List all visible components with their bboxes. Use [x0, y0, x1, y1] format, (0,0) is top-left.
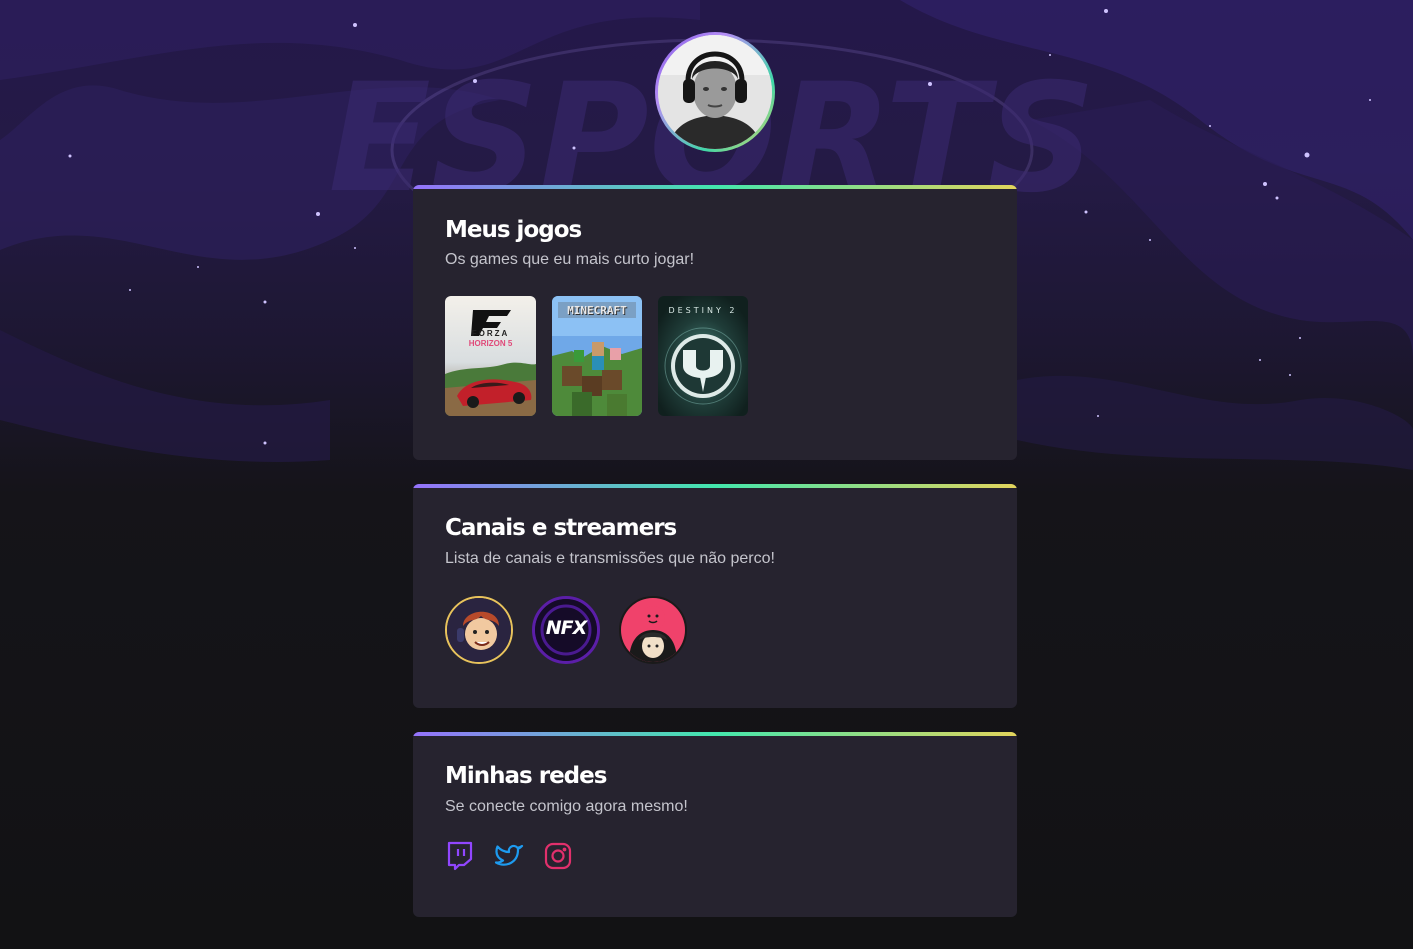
profile-avatar: [655, 32, 775, 152]
game-forza-horizon-5[interactable]: FORZA HORIZON 5: [445, 296, 536, 416]
social-title: Minhas redes: [445, 763, 607, 789]
games-title: Meus jogos: [445, 217, 582, 243]
channels-list: NFX: [445, 596, 985, 664]
channel-avatar-1[interactable]: [445, 596, 513, 664]
minecraft-logo: MINECRAFT: [567, 304, 627, 317]
games-subtitle: Os games que eu mais curto jogar!: [445, 251, 695, 268]
social-card: Minhas redes Se conecte comigo agora mes…: [413, 732, 1017, 917]
nfx-label: NFX: [545, 617, 588, 639]
channels-card: Canais e streamers Lista de canais e tra…: [413, 484, 1017, 708]
instagram-icon[interactable]: [543, 841, 573, 871]
twitch-icon[interactable]: [445, 841, 475, 871]
avatar-photo: [658, 35, 772, 149]
games-card: Meus jogos Os games que eu mais curto jo…: [413, 185, 1017, 460]
forza-logo-line2: HORIZON 5: [468, 339, 513, 348]
destiny-logo: DESTINY 2: [668, 306, 738, 315]
twitter-icon[interactable]: [494, 841, 524, 871]
forza-logo-line1: FORZA: [471, 329, 510, 338]
channels-title: Canais e streamers: [445, 515, 677, 541]
social-links: [445, 841, 985, 871]
social-subtitle: Se conecte comigo agora mesmo!: [445, 798, 688, 815]
channel-avatar-3[interactable]: [619, 596, 687, 664]
channel-avatar-nfx[interactable]: NFX: [532, 596, 600, 664]
game-minecraft[interactable]: MINECRAFT: [552, 296, 642, 416]
channels-subtitle: Lista de canais e transmissões que não p…: [445, 550, 775, 567]
game-destiny-2[interactable]: DESTINY 2: [658, 296, 748, 416]
games-list: FORZA HORIZON 5 MINECRAFT DESTINY 2: [445, 296, 985, 416]
